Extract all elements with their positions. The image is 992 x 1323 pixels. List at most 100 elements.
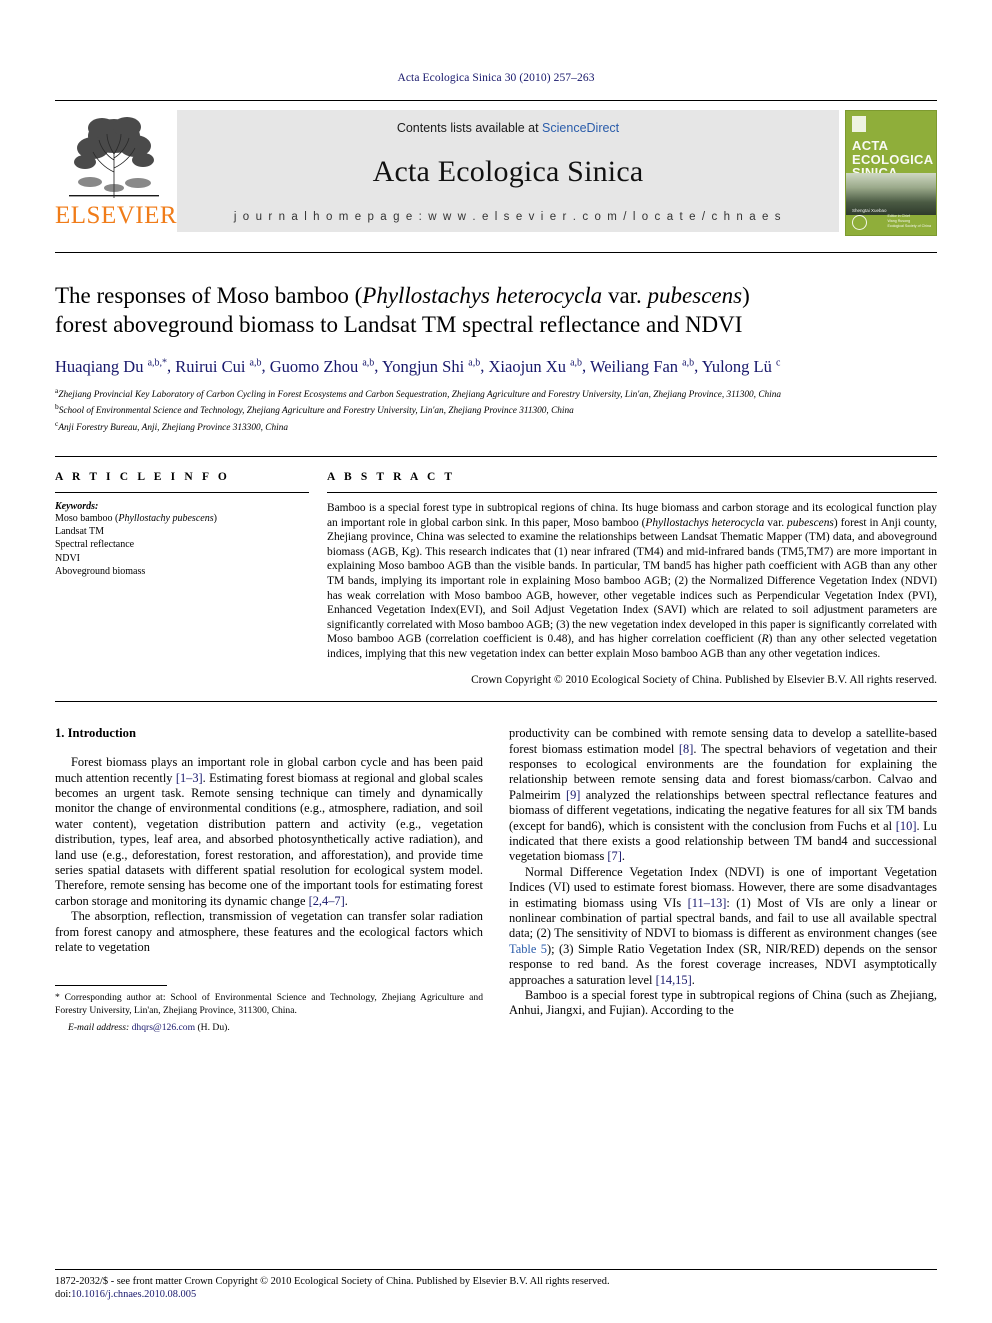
affiliation-item: cAnji Forestry Bureau, Anji, Zhejiang Pr… [55, 418, 937, 435]
article-info-heading: A R T I C L E I N F O [55, 471, 230, 483]
author[interactable]: Xiaojun Xu a,b [489, 357, 583, 376]
cover-society-icon [852, 215, 867, 230]
author[interactable]: Yulong Lü c [702, 357, 781, 376]
corresponding-author-note: * Corresponding author at: School of Env… [55, 992, 483, 1016]
citation-ref[interactable]: [2,4–7] [309, 894, 345, 908]
keyword-item: Landsat TM [55, 526, 104, 538]
journal-homepage[interactable]: j o u r n a l h o m e p a g e : w w w . … [234, 211, 782, 223]
author-affil-marker: a,b [249, 357, 262, 368]
journal-masthead: ELSEVIER Contents lists available at Sci… [55, 100, 937, 240]
cover-title-line1: ACTA [852, 138, 889, 153]
author-name: Weiliang Fan [589, 356, 679, 376]
elsevier-tree-icon [69, 117, 159, 198]
citation-ref[interactable]: [11–13] [688, 896, 727, 910]
paragraph: The absorption, reflection, transmission… [55, 909, 483, 954]
abstract-seg-3: ) forest in Anji county, Zhejiang provin… [327, 516, 937, 646]
keyword-item: Moso bamboo (Phyllostachy pubescens) [55, 512, 309, 525]
running-head: Acta Ecologica Sinica 30 (2010) 257–263 [397, 72, 595, 84]
citation-ref[interactable]: [10] [896, 819, 917, 833]
keyword-item: Spectral reflectance [55, 539, 135, 551]
divider [55, 492, 309, 493]
page-footer: 1872-2032/$ - see front matter Crown Cop… [55, 1269, 937, 1301]
elsevier-logo: ELSEVIER [55, 110, 178, 232]
paragraph: Bamboo is a special forest type in subtr… [509, 988, 937, 1018]
cover-footer-text: Editor in Chief Wang Rusong Ecological S… [887, 214, 931, 229]
cover-publisher-icon [852, 116, 866, 132]
email-suffix: (H. Du). [195, 1021, 230, 1033]
abstract-seg-2: var. [764, 516, 788, 529]
paragraph: Forest biomass plays an important role i… [55, 755, 483, 909]
author[interactable]: Yongjun Shi a,b [382, 357, 480, 376]
doi-link[interactable]: 10.1016/j.chnaes.2010.08.005 [71, 1289, 196, 1300]
title-part-2: var. [602, 283, 648, 308]
author-affil-marker: a,b [682, 357, 695, 368]
article-info-column: A R T I C L E I N F O Keywords: Moso bam… [55, 471, 327, 687]
para-text: . [621, 849, 625, 864]
contents-prefix: Contents lists available at [396, 121, 543, 135]
sciencedirect-link[interactable]: ScienceDirect [542, 121, 619, 135]
author-name: Yulong Lü [701, 356, 772, 376]
author-name: Guomo Zhou [269, 356, 359, 376]
abstract-symbol-R: R [761, 633, 769, 646]
abstract-species-2: pubescens [787, 516, 834, 529]
author-list: Huaqiang Du a,b,*, Ruirui Cui a,b, Guomo… [55, 356, 781, 376]
author[interactable]: Weiliang Fan a,b [590, 357, 694, 376]
author-name: Ruirui Cui [175, 356, 246, 376]
citation-ref[interactable]: [8] [679, 742, 693, 756]
affiliation-item: bSchool of Environmental Science and Tec… [55, 401, 937, 418]
title-part-1: The responses of Moso bamboo ( [55, 283, 363, 308]
section-heading-introduction: 1. Introduction [55, 726, 136, 741]
keyword-text: Moso bamboo ( [55, 513, 119, 524]
table-cross-reference[interactable]: Table 5 [509, 942, 547, 956]
abstract-species-1: Phyllostachys heterocycla [645, 516, 765, 529]
keyword-text-after: ) [213, 513, 217, 524]
abstract-column: A B S T R A C T Bamboo is a special fore… [327, 471, 937, 687]
citation-ref[interactable]: [1–3] [176, 771, 203, 785]
author[interactable]: Guomo Zhou a,b [270, 357, 375, 376]
affiliation-text: Anji Forestry Bureau, Anji, Zhejiang Pro… [58, 422, 288, 433]
affiliation-text: Zhejiang Provincial Key Laboratory of Ca… [58, 389, 782, 400]
para-text: . [344, 893, 348, 908]
author-affil-marker: a,b [570, 357, 583, 368]
contents-box: Contents lists available at ScienceDirec… [177, 110, 839, 232]
paragraph: productivity can be combined with remote… [509, 726, 937, 865]
keywords-heading: Keywords: [55, 501, 99, 512]
citation-ref[interactable]: [14,15] [656, 973, 692, 987]
affiliation-item: aZhejiang Provincial Key Laboratory of C… [55, 385, 937, 402]
title-part-3: ) [742, 283, 750, 308]
keyword-item: Aboveground biomass [55, 565, 146, 577]
body-column-right: productivity can be combined with remote… [509, 726, 937, 1034]
author-affil-marker: a,b,* [147, 357, 168, 368]
email-note: E-mail address: dhqrs@126.com (H. Du). [55, 1022, 483, 1034]
issn-copyright-line: 1872-2032/$ - see front matter Crown Cop… [55, 1276, 610, 1287]
cover-title-line2: ECOLOGICA [852, 151, 934, 167]
author[interactable]: Huaqiang Du a,b,* [55, 357, 167, 376]
page-title: The responses of Moso bamboo (Phyllostac… [55, 281, 937, 339]
email-label: E-mail address: [68, 1021, 130, 1033]
author-name: Xiaojun Xu [488, 356, 566, 376]
para-text: ); (3) Simple Ratio Vegetation Index (SR… [509, 941, 937, 987]
body-column-left: 1. Introduction Forest biomass plays an … [55, 726, 483, 1034]
body-columns: 1. Introduction Forest biomass plays an … [55, 701, 937, 1034]
journal-cover-thumbnail: ACTA ECOLOGICA SINICA Shengtai Xuebao Ed… [845, 110, 937, 236]
author-affil-marker: c [775, 357, 781, 368]
title-species-2: pubescens [647, 283, 743, 308]
contents-available-line: Contents lists available at ScienceDirec… [397, 121, 619, 135]
author[interactable]: Ruirui Cui a,b [175, 357, 261, 376]
title-species-1: Phyllostachys heterocycla [362, 283, 603, 308]
email-link[interactable]: dhqrs@126.com [132, 1022, 195, 1033]
elsevier-wordmark: ELSEVIER [55, 202, 178, 229]
footnote-divider [55, 985, 167, 987]
author-affil-marker: a,b [362, 357, 375, 368]
keyword-item: NDVI [55, 552, 80, 564]
cover-foot-line3: Ecological Society of China [887, 224, 931, 228]
citation-ref[interactable]: [7] [607, 849, 621, 863]
abstract-heading: A B S T R A C T [327, 471, 456, 483]
cover-subtitle: Shengtai Xuebao [852, 208, 887, 213]
abstract-copyright: Crown Copyright © 2010 Ecological Societ… [471, 673, 937, 686]
title-line-2: forest aboveground biomass to Landsat TM… [55, 312, 743, 337]
abstract-text: Bamboo is a special forest type in subtr… [327, 501, 937, 662]
citation-ref[interactable]: [9] [566, 788, 580, 802]
keyword-italic: Phyllostachy pubescens [118, 513, 214, 524]
footnote-block: * Corresponding author at: School of Env… [55, 985, 483, 1034]
